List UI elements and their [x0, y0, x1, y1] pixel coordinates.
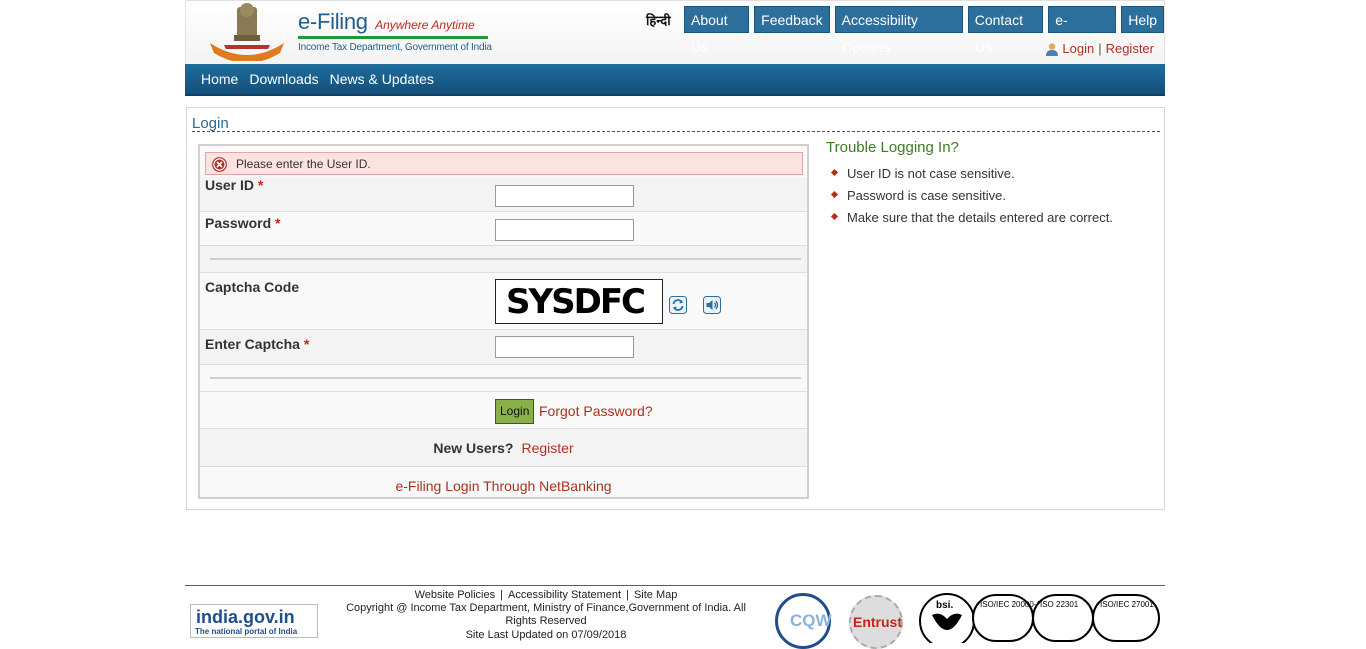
captcha-row: Captcha Code SYSDFC [200, 273, 807, 330]
error-row: Please enter the User ID. [200, 146, 807, 177]
login-panel: Login Please enter the User ID. User ID … [186, 107, 1165, 510]
bullet-icon [830, 212, 839, 221]
top-nav-e-nivaran[interactable]: e-Nivaran [1048, 6, 1117, 55]
bullet-icon [830, 190, 839, 199]
top-nav-contact-us[interactable]: Contact Us [967, 6, 1044, 55]
footer-divider [185, 585, 1165, 586]
copyright-text: Copyright @ Income Tax Department, Minis… [346, 602, 746, 627]
divider-row [200, 246, 807, 273]
password-label: Password * [205, 215, 281, 231]
page-title: Login [192, 115, 229, 132]
login-actions-row: Login Forgot Password? [200, 392, 807, 429]
enter-captcha-label: Enter Captcha * [205, 336, 310, 352]
emblem-logo [210, 3, 284, 61]
entrust-badge: Entrust [849, 595, 903, 649]
password-row: Password * [200, 212, 807, 246]
main-nav-news-updates[interactable]: News & Updates [330, 71, 434, 87]
brand-underline [298, 36, 488, 39]
enter-captcha-row: Enter Captcha * [200, 330, 807, 365]
brand-subtitle: Income Tax Department, Government of Ind… [298, 42, 492, 53]
svg-text:ISO/IEC 20000-1: ISO/IEC 20000-1 [980, 600, 1041, 609]
list-item: Password is case sensitive. [826, 188, 1113, 203]
footer-accessibility-statement[interactable]: Accessibility Statement [508, 589, 621, 601]
new-users-row: New Users? Register [200, 429, 807, 467]
captcha-label: Captcha Code [205, 279, 300, 295]
brand-tagline: Anywhere Anytime [375, 18, 475, 32]
divider-row [200, 365, 807, 392]
error-message: Please enter the User ID. [236, 157, 371, 171]
footer-site-map[interactable]: Site Map [634, 589, 677, 601]
user-id-row: User ID * [200, 177, 807, 212]
header-login-link[interactable]: Login [1062, 41, 1094, 56]
trouble-tips-list: User ID is not case sensitive. Password … [826, 166, 1113, 225]
user-icon [1046, 42, 1059, 56]
top-nav-accessibility-options[interactable]: Accessibility Options [834, 6, 963, 55]
india-gov-title: india.gov.in [196, 607, 295, 627]
svg-text:bsi.: bsi. [936, 600, 953, 611]
hindi-language-link[interactable]: हिन्दी [646, 11, 671, 29]
trouble-title: Trouble Logging In? [826, 139, 959, 156]
forgot-password-link[interactable]: Forgot Password? [539, 403, 653, 419]
bullet-icon [830, 168, 839, 177]
title-divider [192, 131, 1160, 132]
login-form: Please enter the User ID. User ID * Pass… [198, 144, 809, 499]
user-id-input[interactable] [495, 185, 634, 207]
main-nav: Home Downloads News & Updates [185, 64, 1165, 96]
top-nav-help[interactable]: Help [1121, 6, 1164, 33]
cqw-badge: CQW [775, 593, 832, 649]
footer-links: Website Policies | Accessibility Statement… [333, 589, 759, 642]
brand-title: e-Filing [298, 9, 368, 34]
svg-text:ISO/IEC 27001: ISO/IEC 27001 [1100, 600, 1154, 609]
password-input[interactable] [495, 219, 634, 241]
footer-website-policies[interactable]: Website Policies [415, 589, 496, 601]
site-header: e-Filing Anywhere Anytime Income Tax Dep… [185, 0, 1165, 64]
form-divider [210, 258, 801, 260]
svg-text:ISO 22301: ISO 22301 [1040, 600, 1079, 609]
audio-captcha-icon[interactable] [703, 296, 721, 314]
user-id-label: User ID * [205, 177, 264, 193]
netbanking-row: e-Filing Login Through NetBanking [200, 467, 807, 497]
user-links: Login | Register [1045, 41, 1154, 56]
brand: e-Filing Anywhere Anytime Income Tax Dep… [298, 9, 492, 53]
trouble-logging-in: Trouble Logging In? User ID is not case … [826, 139, 1113, 232]
login-button[interactable]: Login [495, 399, 535, 424]
main-nav-downloads[interactable]: Downloads [249, 71, 318, 87]
header-register-link[interactable]: Register [1106, 41, 1154, 56]
top-nav: About Us Feedback Accessibility Options … [684, 6, 1164, 55]
page: e-Filing Anywhere Anytime Income Tax Dep… [185, 0, 1165, 649]
captcha-image: SYSDFC [495, 279, 663, 324]
list-item: User ID is not case sensitive. [826, 166, 1113, 181]
top-nav-feedback[interactable]: Feedback [754, 6, 830, 33]
form-divider [210, 377, 801, 379]
captcha-input[interactable] [495, 336, 634, 358]
new-users-register-link[interactable]: Register [522, 440, 574, 456]
bsi-certification-logo: bsi. ISO/IEC 20000-1 ISO 22301 ISO/IEC 2… [919, 593, 1160, 643]
india-gov-logo[interactable]: india.gov.in The national portal of Indi… [190, 604, 318, 638]
netbanking-login-link[interactable]: e-Filing Login Through NetBanking [200, 478, 807, 494]
error-message-box: Please enter the User ID. [205, 152, 803, 175]
new-users-label: New Users? [433, 440, 514, 456]
error-icon [212, 157, 227, 172]
last-updated-text: Site Last Updated on 07/09/2018 [465, 629, 627, 641]
header-separator: | [1098, 41, 1102, 56]
new-users: New Users? Register [200, 440, 807, 456]
main-nav-home[interactable]: Home [201, 71, 238, 87]
refresh-captcha-icon[interactable] [669, 296, 687, 314]
list-item: Make sure that the details entered are c… [826, 210, 1113, 225]
top-nav-about-us[interactable]: About Us [684, 6, 750, 55]
